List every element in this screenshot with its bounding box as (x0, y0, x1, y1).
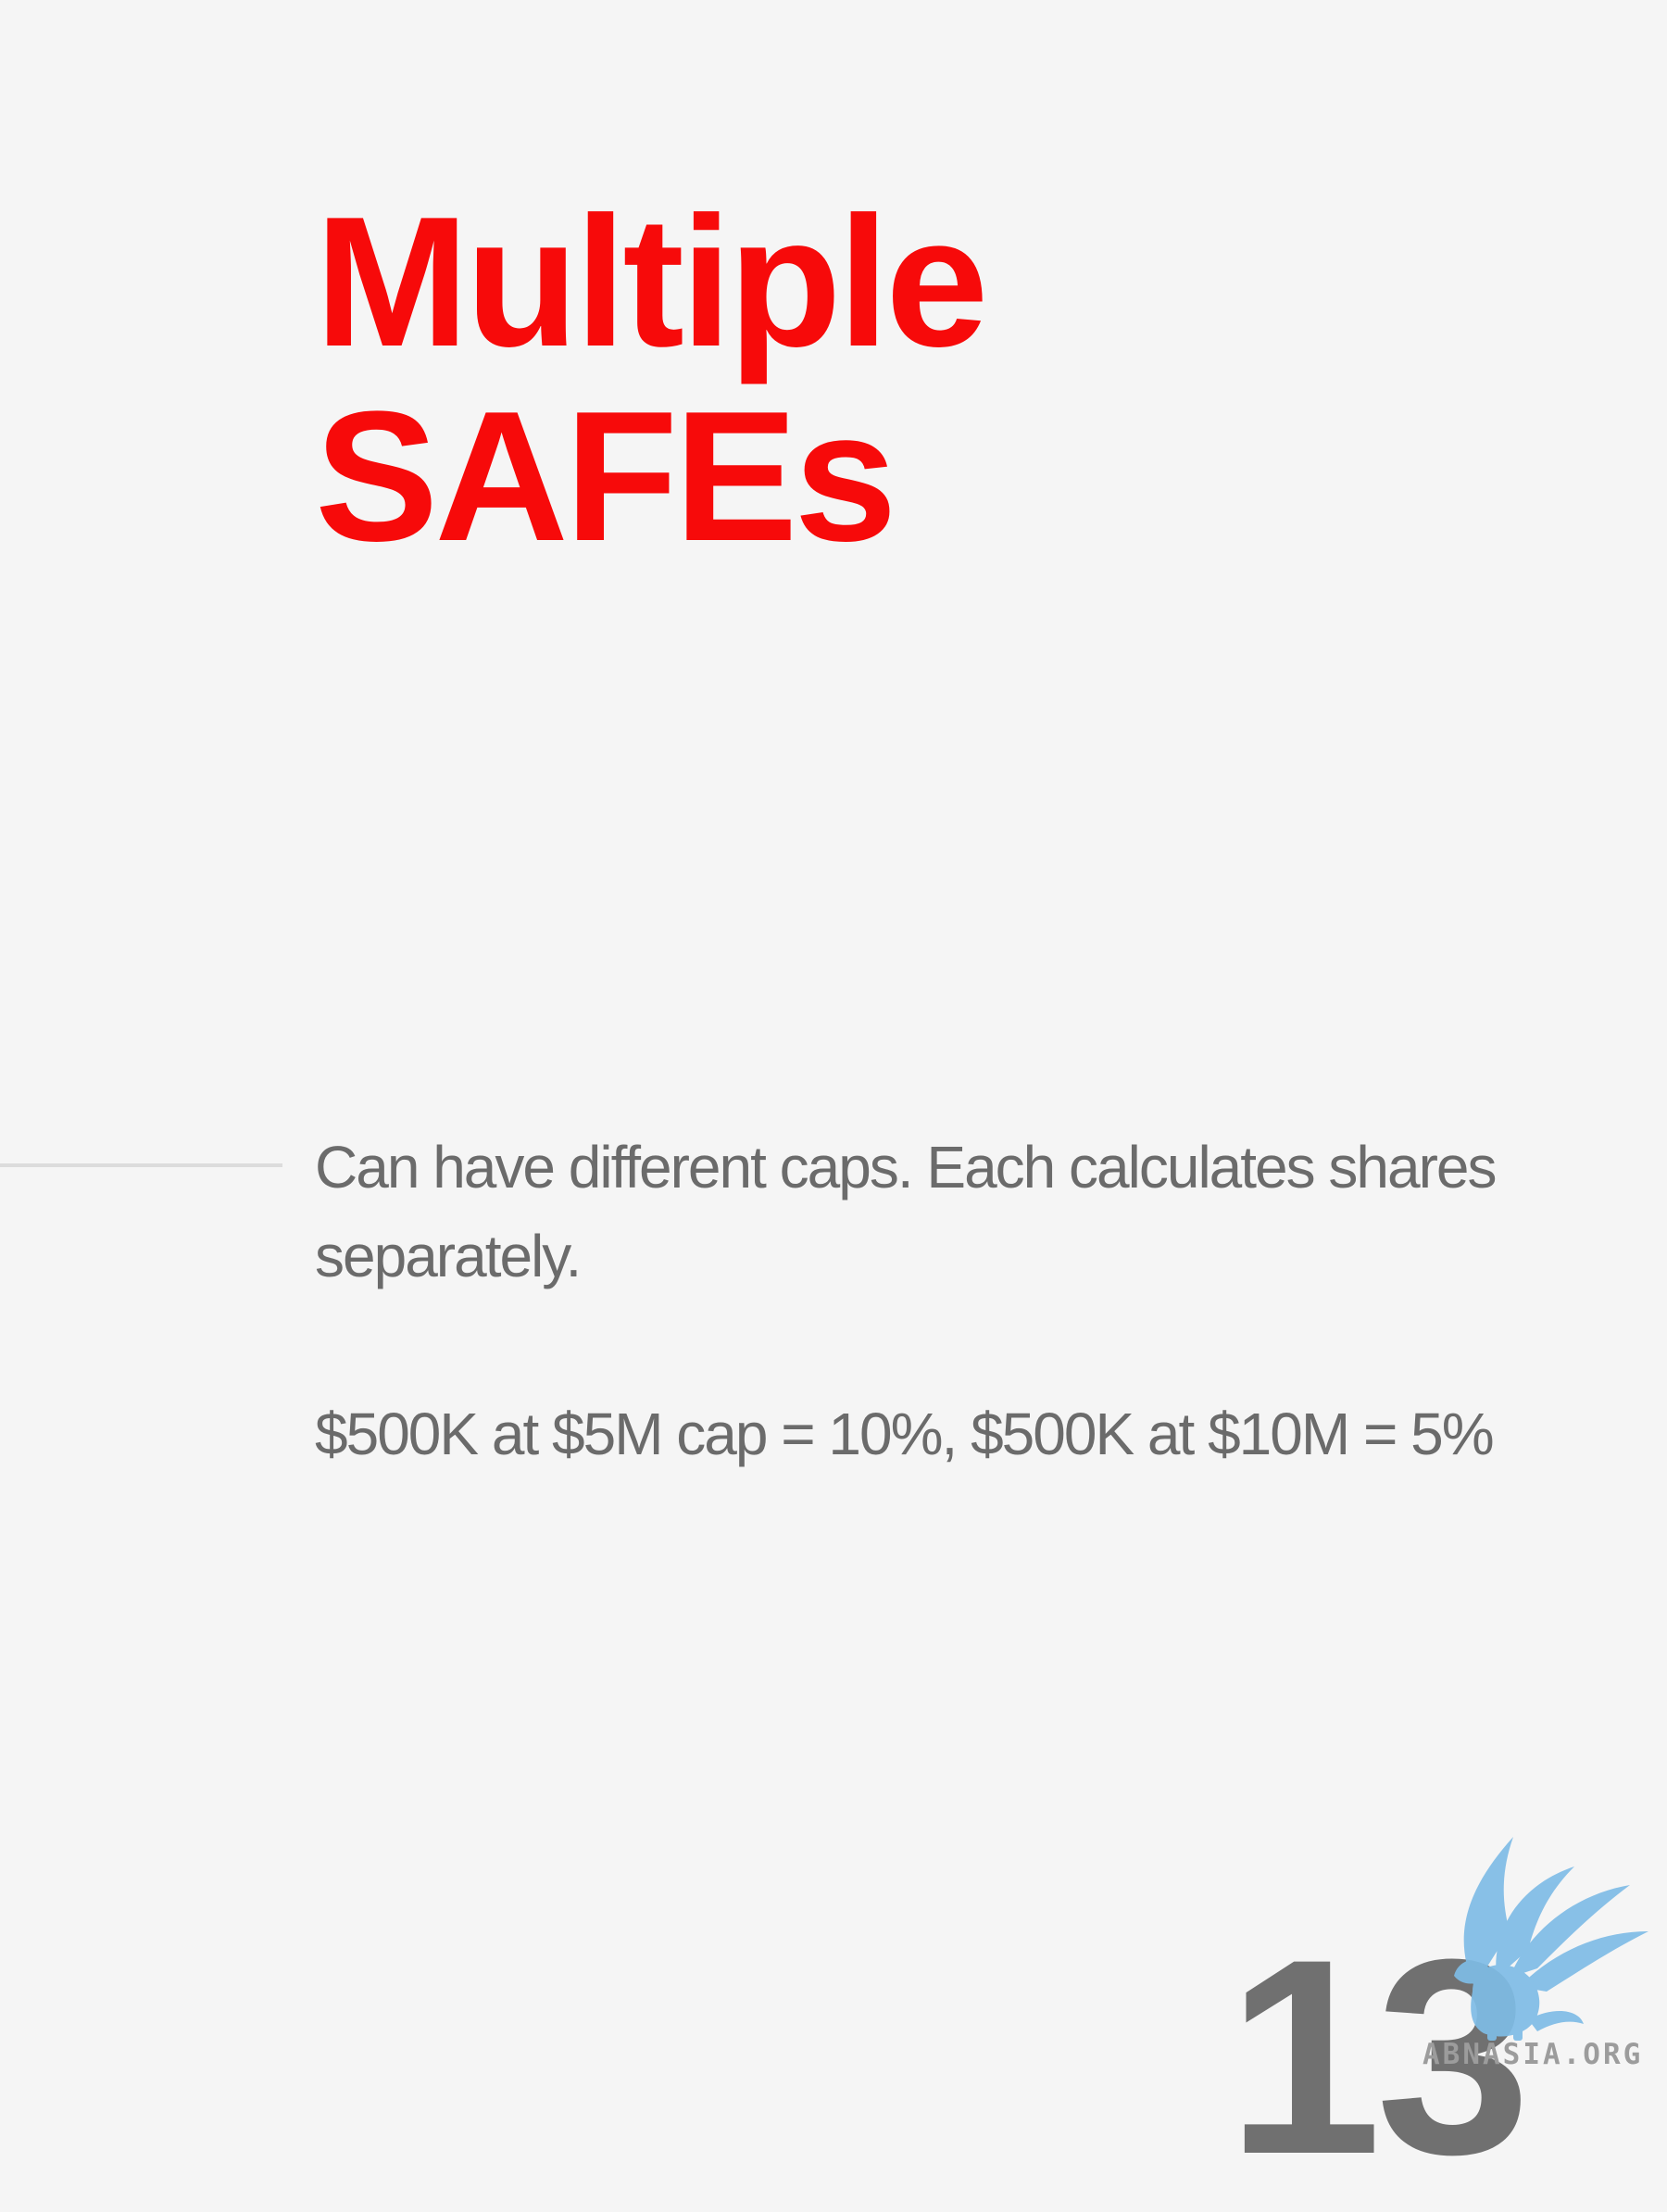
divider-line (0, 1163, 282, 1167)
slide-title-line-1: Multiple (315, 179, 988, 385)
body-paragraph-2: $500K at $5M cap = 10%, $500K at $10M = … (315, 1401, 1495, 1467)
slide-title: Multiple SAFEs (315, 179, 988, 580)
watermark-text: ABNASIA.ORG (1423, 2038, 1644, 2071)
slide-body: Can have different caps. Each calculates… (315, 1123, 1537, 1478)
slide-title-line-2: SAFEs (315, 373, 897, 580)
body-paragraph-1: Can have different caps. Each calculates… (315, 1134, 1498, 1289)
brand-logo: ABNASIA.ORG (1417, 1829, 1667, 2084)
griffin-icon (1454, 1837, 1648, 2041)
